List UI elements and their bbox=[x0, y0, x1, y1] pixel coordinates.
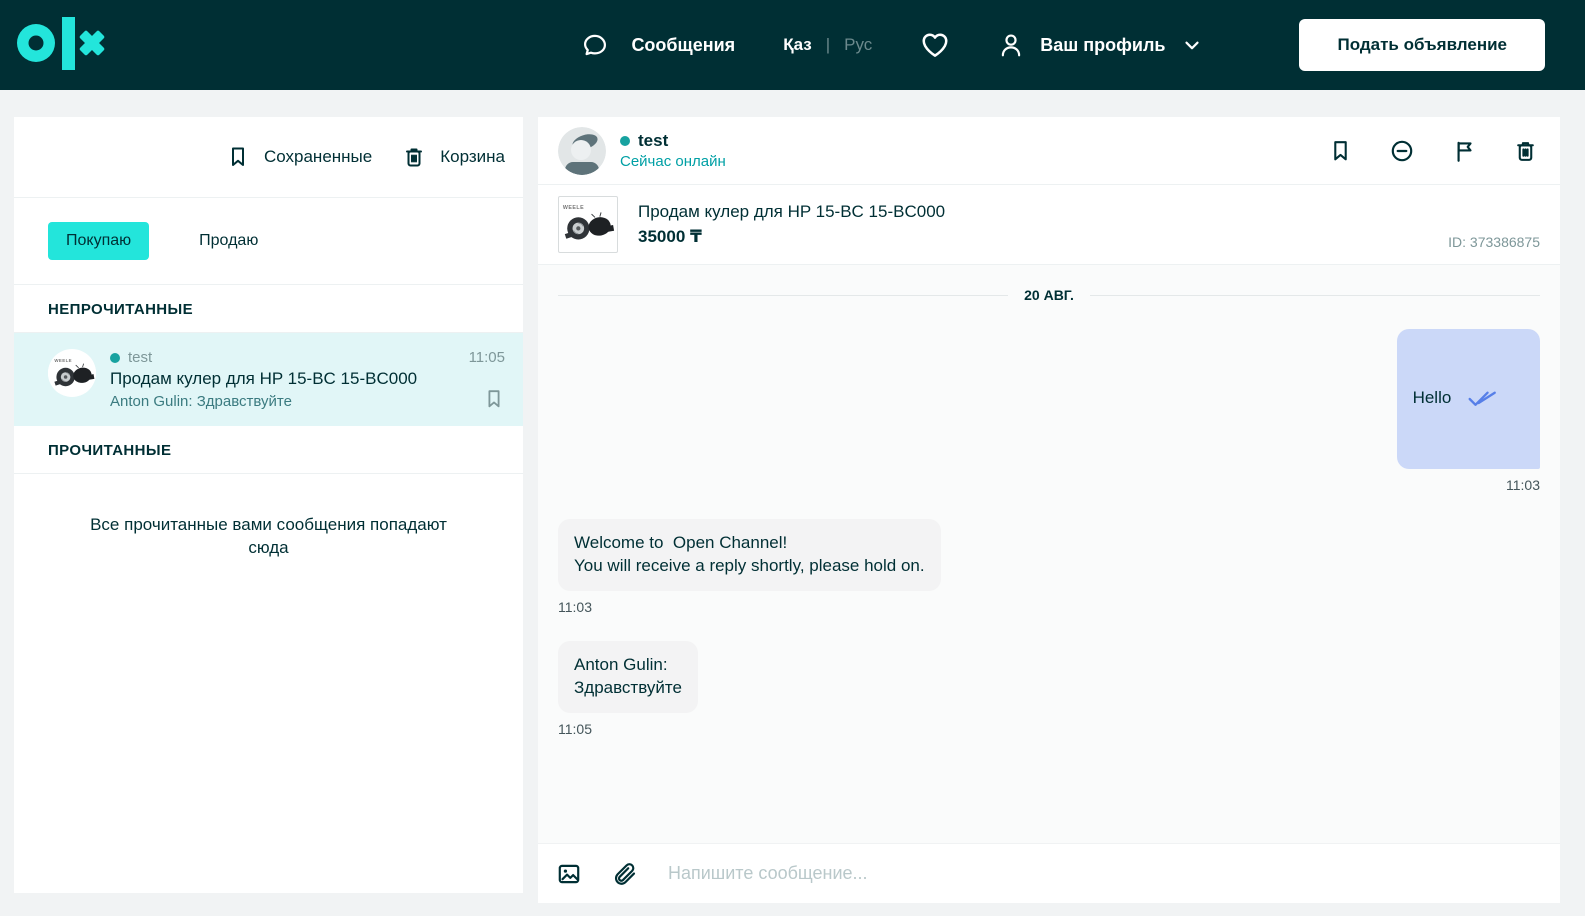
section-header-unread: НЕПРОЧИТАННЫЕ bbox=[14, 285, 523, 333]
product-info: Продам кулер для HP 15-BC 15-BC000 35000… bbox=[638, 202, 945, 247]
tab-selling[interactable]: Продаю bbox=[181, 222, 276, 260]
chat-bubble-icon bbox=[581, 31, 609, 59]
conversation-time: 11:05 bbox=[468, 349, 505, 366]
read-empty-state: Все прочитанные вами сообщения попадают … bbox=[90, 515, 447, 557]
product-price: 35000 ₸ bbox=[638, 227, 702, 246]
attach-image-icon[interactable] bbox=[556, 861, 582, 887]
online-dot bbox=[110, 352, 120, 363]
sidebar-toolbar: Сохраненные Корзина bbox=[14, 117, 523, 198]
bookmark-icon bbox=[226, 145, 250, 169]
trash-icon bbox=[402, 145, 426, 169]
report-flag-icon[interactable] bbox=[1451, 138, 1477, 164]
peer-status: Сейчас онлайн bbox=[620, 153, 726, 170]
delete-conversation-icon[interactable] bbox=[1513, 138, 1538, 164]
conversation-bookmark-icon[interactable] bbox=[483, 388, 505, 410]
favorites-heart-icon[interactable] bbox=[920, 31, 950, 59]
product-thumbnail: WEELE bbox=[558, 196, 618, 253]
lang-rus[interactable]: Рус bbox=[844, 35, 872, 55]
message-input[interactable] bbox=[668, 863, 1542, 884]
message-bubble: Anton Gulin: Здравствуйте bbox=[558, 640, 698, 713]
message-incoming: Anton Gulin: Здравствуйте 11:05 bbox=[558, 640, 1540, 737]
product-bar[interactable]: WEELE Продам кулер для HP 15-BC 15-BC000… bbox=[538, 185, 1560, 265]
conversations-sidebar: Сохраненные Корзина Покупаю Продаю НЕПРО… bbox=[14, 117, 523, 893]
svg-text:WEELE: WEELE bbox=[563, 205, 584, 211]
attach-file-icon[interactable] bbox=[612, 861, 638, 887]
message-incoming: Welcome to Open Channel! You will receiv… bbox=[558, 518, 1540, 615]
chat-panel: test Сейчас онлайн WEELE Продам кулер дл… bbox=[538, 117, 1560, 903]
trash-label: Корзина bbox=[440, 147, 505, 166]
double-check-icon bbox=[1467, 342, 1524, 456]
chat-actions bbox=[1328, 138, 1538, 164]
conversation-list-item[interactable]: WEELE test Продам кулер для HP 15-BC 15-… bbox=[14, 333, 523, 426]
saved-label: Сохраненные bbox=[263, 147, 373, 166]
post-ad-button[interactable]: Подать объявление bbox=[1299, 19, 1545, 71]
messages-nav-label: Сообщения bbox=[631, 34, 736, 55]
online-dot bbox=[620, 136, 630, 146]
lang-kaz[interactable]: Қаз bbox=[783, 35, 812, 55]
peer-info: test Сейчас онлайн bbox=[620, 131, 726, 170]
olx-logo[interactable] bbox=[16, 17, 106, 73]
product-id: ID: 373386875 bbox=[1448, 234, 1540, 250]
message-composer bbox=[538, 843, 1560, 903]
lang-separator: | bbox=[825, 35, 831, 54]
peer-name: test bbox=[638, 131, 669, 150]
message-text: Hello bbox=[1412, 388, 1452, 408]
conversation-avatar: WEELE bbox=[48, 349, 96, 397]
date-divider: 20 АВГ. bbox=[558, 287, 1541, 303]
chat-peer: test Сейчас онлайн bbox=[558, 126, 726, 175]
divider-line bbox=[1089, 294, 1541, 296]
trash-conversations-link[interactable]: Корзина bbox=[402, 145, 505, 169]
peer-avatar bbox=[558, 126, 606, 175]
conversation-last-message: Anton Gulin: Здравствуйте bbox=[110, 393, 292, 410]
message-bubble: Hello bbox=[1396, 329, 1540, 469]
messages-nav-link[interactable]: Сообщения bbox=[581, 31, 735, 59]
conversation-summary: test Продам кулер для HP 15-BC 15-BC000 … bbox=[110, 349, 455, 410]
messages-page: Сохраненные Корзина Покупаю Продаю НЕПРО… bbox=[0, 90, 1585, 903]
saved-conversations-link[interactable]: Сохраненные bbox=[226, 145, 372, 169]
divider-line bbox=[558, 294, 1009, 296]
date-divider-label: 20 АВГ. bbox=[1024, 287, 1074, 303]
person-icon bbox=[998, 31, 1024, 59]
profile-label: Ваш профиль bbox=[1040, 34, 1166, 55]
message-time: 11:05 bbox=[558, 720, 592, 737]
tab-buying[interactable]: Покупаю bbox=[48, 222, 150, 260]
message-time: 11:03 bbox=[558, 598, 592, 615]
section-header-read: ПРОЧИТАННЫЕ bbox=[14, 426, 523, 474]
message-bubble: Welcome to Open Channel! You will receiv… bbox=[558, 518, 941, 591]
svg-text:WEELE: WEELE bbox=[54, 358, 72, 363]
messages-area: 20 АВГ. Hello 11:03 Welcome to Open Chan… bbox=[538, 265, 1560, 843]
block-user-icon[interactable] bbox=[1389, 138, 1415, 164]
conversation-peer-name: test bbox=[128, 349, 153, 366]
sidebar-tabs: Покупаю Продаю bbox=[14, 198, 523, 285]
chat-header: test Сейчас онлайн bbox=[538, 117, 1560, 185]
chevron-down-icon bbox=[1181, 34, 1203, 56]
profile-menu[interactable]: Ваш профиль bbox=[998, 31, 1203, 59]
language-switcher: Қаз | Рус bbox=[783, 35, 872, 55]
message-time: 11:03 bbox=[1506, 476, 1540, 493]
top-navigation: Сообщения Қаз | Рус Ваш профиль Подать о… bbox=[0, 0, 1585, 90]
message-outgoing: Hello 11:03 bbox=[558, 329, 1540, 493]
conversation-product-title: Продам кулер для HP 15-BC 15-BC000 bbox=[110, 369, 418, 388]
save-conversation-icon[interactable] bbox=[1328, 138, 1353, 164]
product-title: Продам кулер для HP 15-BC 15-BC000 bbox=[638, 202, 946, 221]
